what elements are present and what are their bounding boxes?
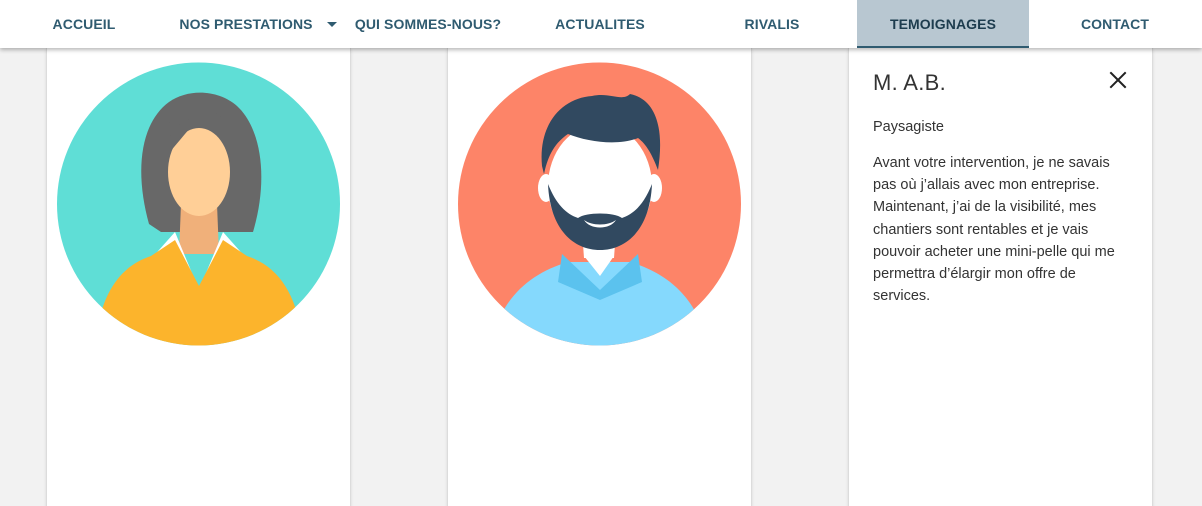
nav-item-accueil[interactable]: ACCUEIL [22,0,146,48]
main-nav: ACCUEIL NOS PRESTATIONS QUI SOMMES-NOUS?… [0,0,1202,48]
testimonial-role: Paysagiste [873,119,944,135]
bearded-man-avatar-icon [458,54,741,354]
nav-item-temoignages[interactable]: TEMOIGNAGES [857,0,1029,48]
nav-item-label: ACCUEIL [52,16,116,32]
nav-item-nos-prestations[interactable]: NOS PRESTATIONS [172,0,344,48]
woman-avatar-icon [57,54,340,354]
testimonial-card[interactable] [46,48,351,506]
nav-item-label: CONTACT [1080,16,1150,32]
testimonial-card[interactable] [447,48,752,506]
nav-item-contact[interactable]: CONTACT [1030,0,1200,48]
nav-item-rivalis[interactable]: RIVALIS [690,0,854,48]
nav-item-qui-sommes-nous[interactable]: QUI SOMMES-NOUS? [350,0,506,48]
nav-item-label: RIVALIS [744,16,800,32]
nav-item-label: QUI SOMMES-NOUS? [354,16,502,32]
nav-item-actualites[interactable]: ACTUALITES [520,0,680,48]
testimonial-card-expanded[interactable]: M. A.B. Paysagiste Avant votre intervent… [848,48,1153,506]
caret-down-icon [326,22,337,27]
close-icon[interactable] [1107,69,1129,91]
testimonial-quote: Avant votre intervention, je ne savais p… [873,155,1115,305]
page: ACCUEIL NOS PRESTATIONS QUI SOMMES-NOUS?… [0,0,1202,506]
testimonial-name: M. A.B. [873,70,947,95]
nav-item-label: NOS PRESTATIONS [179,16,313,32]
nav-item-label: ACTUALITES [555,16,645,32]
nav-item-label: TEMOIGNAGES [889,16,997,32]
